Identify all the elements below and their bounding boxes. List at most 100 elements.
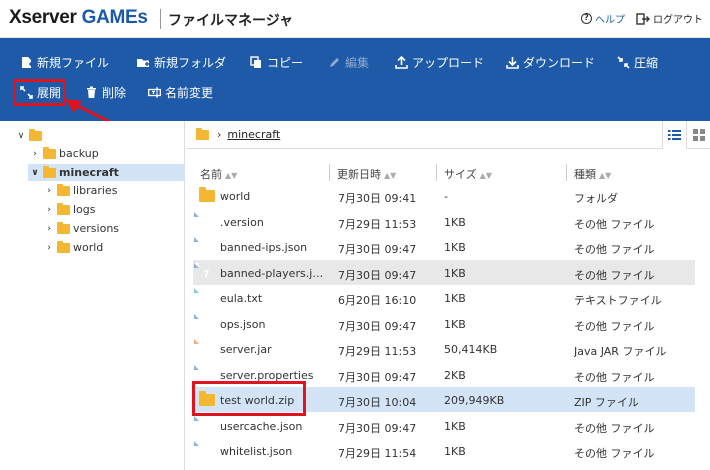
folder-icon (43, 146, 56, 159)
table-row[interactable]: ⚙ server.jar 7月29日 11:53 50,414KB Java J… (193, 336, 695, 361)
column-header-size[interactable]: サイズ ▲▼ (444, 166, 492, 182)
chevron-right-icon[interactable]: › (30, 149, 40, 159)
column-header-date[interactable]: 更新日時 ▲▼ (337, 166, 396, 182)
breadcrumb: › minecraft (186, 121, 710, 149)
file-name: ops.json (220, 317, 266, 331)
chevron-right-icon[interactable]: › (44, 224, 54, 234)
column-header-label: 名前 (200, 168, 222, 181)
new-folder-button[interactable]: 新規フォルダ (137, 54, 226, 71)
file-size: 1KB (444, 266, 466, 280)
file-date: 7月30日 09:47 (338, 370, 417, 384)
table-row[interactable]: world 7月30日 09:41 - フォルダ (193, 183, 695, 208)
file-size: 1KB (444, 215, 466, 229)
chevron-right-icon[interactable]: › (44, 186, 54, 196)
new-file-label: 新規ファイル (37, 56, 110, 70)
file-type: Java JAR ファイル (574, 345, 667, 358)
file-size: 1KB (444, 317, 466, 331)
table-row[interactable]: ? whitelist.json 7月29日 11:54 1KB その他 ファイ… (193, 438, 695, 463)
file-date: 7月30日 09:47 (338, 421, 417, 435)
copy-button[interactable]: コピー (250, 54, 303, 71)
chevron-right-icon[interactable]: › (44, 243, 54, 253)
folder-open-icon (43, 165, 56, 178)
tree-item-label: world (73, 241, 104, 254)
tree-item-minecraft[interactable]: ∨ minecraft (28, 164, 185, 181)
list-view-icon (668, 130, 681, 140)
zip-highlight-box (192, 381, 306, 416)
folder-icon (57, 221, 70, 234)
file-date: 7月29日 11:53 (338, 217, 417, 231)
file-date: 7月30日 09:47 (338, 268, 417, 282)
pencil-icon (330, 58, 339, 67)
tree-item-backup[interactable]: › backup (30, 145, 99, 162)
download-button[interactable]: ダウンロード (506, 54, 595, 71)
tree-item-label: backup (59, 147, 99, 160)
logout-link[interactable]: ログアウト (636, 11, 703, 26)
column-divider[interactable] (436, 164, 437, 181)
file-size: 1KB (444, 241, 466, 254)
tree-item-root[interactable]: ∨ (16, 127, 45, 144)
chevron-down-icon[interactable]: ∨ (30, 168, 40, 178)
logo-accent-text: GAMEs (81, 7, 148, 28)
column-header-type[interactable]: 種類 ▲▼ (574, 166, 611, 182)
file-name: server.properties (220, 368, 314, 382)
compress-button[interactable]: 圧縮 (617, 54, 658, 71)
grid-view-icon (692, 129, 705, 141)
table-row[interactable]: ? usercache.json 7月30日 09:47 1KB その他 ファイ… (193, 413, 695, 438)
file-type: フォルダ (574, 192, 618, 205)
new-file-button[interactable]: 新規ファイル (20, 54, 109, 71)
file-size: 1KB (444, 292, 466, 305)
rename-label: 名前変更 (165, 86, 214, 100)
upload-label: アップロード (412, 56, 485, 70)
chevron-down-icon[interactable]: ∨ (16, 131, 26, 141)
upload-button[interactable]: アップロード (395, 54, 484, 71)
tree-item-logs[interactable]: › logs (44, 201, 96, 218)
app-header: Xserver GAMEs ファイルマネージャ ? ヘルプ ログアウト (0, 0, 710, 38)
file-type: ZIP ファイル (574, 396, 639, 409)
file-date: 7月30日 10:04 (338, 396, 417, 409)
chevron-right-icon: › (217, 128, 222, 141)
file-date: 7月29日 11:53 (338, 345, 417, 358)
table-row[interactable]: ? banned-ips.json 7月30日 09:47 1KB その他 ファ… (193, 234, 695, 259)
edit-label: 編集 (345, 56, 370, 70)
grid-view-button[interactable] (686, 121, 710, 149)
logout-icon (636, 12, 650, 25)
tree-item-label: logs (73, 203, 96, 216)
file-size: - (444, 190, 448, 203)
file-size: 1KB (444, 419, 466, 433)
file-name: world (220, 190, 251, 203)
table-row[interactable]: ? banned-players.json 7月30日 09:47 1KB その… (193, 259, 695, 285)
breadcrumb-current[interactable]: minecraft (227, 128, 280, 141)
edit-button[interactable]: 編集 (328, 54, 369, 71)
folder-icon (29, 128, 42, 141)
folder-tree: ∨ › backup ∨ minecraft › libraries › log… (0, 121, 185, 470)
page-title: ファイルマネージャ (168, 13, 294, 29)
upload-icon (395, 56, 408, 69)
table-row[interactable]: eula.txt 6月20日 16:10 1KB テキストファイル (193, 285, 695, 310)
tree-item-label: versions (73, 222, 120, 235)
file-list-panel: › minecraft 名前 ▲▼ 更新日時 ▲▼ サイズ ▲▼ 種類 ▲▼ w… (186, 121, 710, 470)
logo-divider (160, 9, 161, 29)
folder-icon (57, 183, 70, 196)
rename-button[interactable]: 名前変更 (148, 84, 213, 101)
view-toggle (662, 121, 710, 149)
column-divider[interactable] (329, 164, 330, 181)
file-name: usercache.json (220, 419, 303, 433)
file-type: その他 ファイル (574, 421, 655, 435)
help-link[interactable]: ? ヘルプ (581, 11, 625, 26)
logo-text: Xserver (9, 7, 77, 28)
list-view-button[interactable] (662, 121, 686, 149)
file-name: banned-ips.json (220, 241, 308, 254)
tree-item-versions[interactable]: › versions (44, 220, 119, 237)
file-type: その他 ファイル (574, 319, 655, 333)
logo[interactable]: Xserver GAMEs (9, 7, 148, 29)
tree-item-world[interactable]: › world (44, 239, 103, 256)
file-size: 209,949KB (444, 394, 505, 407)
chevron-right-icon[interactable]: › (44, 205, 54, 215)
file-name: server.jar (220, 343, 272, 356)
new-folder-icon (137, 59, 149, 67)
tree-item-libraries[interactable]: › libraries (44, 182, 117, 199)
column-header-name[interactable]: 名前 ▲▼ (200, 166, 237, 182)
column-divider[interactable] (566, 164, 567, 181)
table-row[interactable]: ? .version 7月29日 11:53 1KB その他 ファイル (193, 209, 695, 234)
table-row[interactable]: ? ops.json 7月30日 09:47 1KB その他 ファイル (193, 311, 695, 336)
